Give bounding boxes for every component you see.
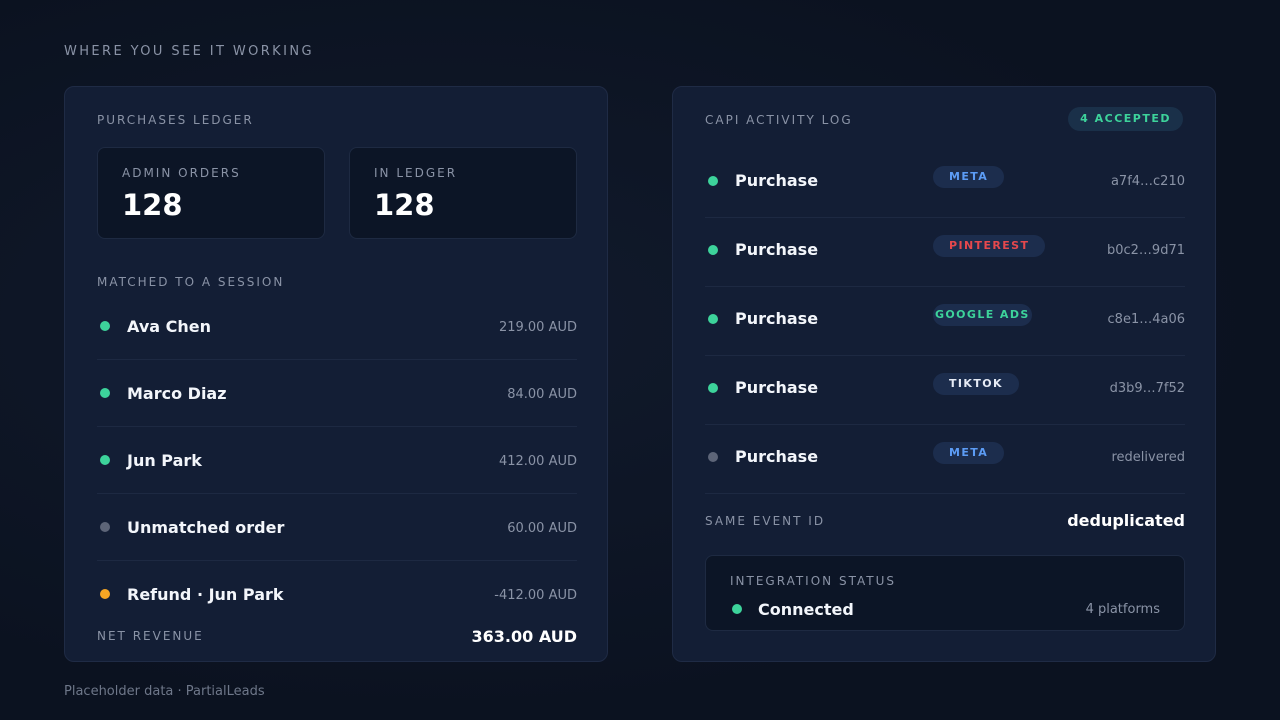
status-dot: [708, 245, 718, 255]
platform-tag: TIKTOK: [933, 373, 1019, 395]
same-event-value: deduplicated: [1067, 511, 1185, 530]
integration-status-label: INTEGRATION STATUS: [730, 574, 896, 588]
event-name: Purchase: [735, 240, 819, 259]
capi-event-row: Purchase GOOGLE ADS c8e1…4a06: [705, 287, 1185, 356]
matched-label: MATCHED TO A SESSION: [97, 275, 285, 289]
capi-activity-panel: CAPI ACTIVITY LOG 4 ACCEPTED Purchase ME…: [672, 86, 1216, 662]
purchases-ledger-panel: PURCHASES LEDGER ADMIN ORDERS 128 IN LED…: [64, 86, 608, 662]
in-ledger-stat: IN LEDGER 128: [349, 147, 577, 239]
customer-name: Refund · Jun Park: [127, 585, 284, 604]
in-ledger-value: 128: [374, 188, 435, 222]
same-event-label: SAME EVENT ID: [705, 514, 826, 528]
net-revenue-value: 363.00 AUD: [471, 627, 577, 646]
order-amount: 84.00 AUD: [507, 387, 577, 402]
event-name: Purchase: [735, 447, 819, 466]
capi-event-row: Purchase META redelivered: [705, 425, 1185, 494]
integration-status-value: Connected: [758, 600, 854, 619]
capi-event-list: Purchase META a7f4…c210 Purchase PINTERE…: [705, 149, 1185, 494]
ledger-list: Ava Chen 219.00 AUD Marco Diaz 84.00 AUD…: [97, 293, 577, 627]
ledger-row: Refund · Jun Park -412.00 AUD: [97, 561, 577, 627]
status-dot: [708, 176, 718, 186]
platform-tag: GOOGLE ADS: [933, 304, 1032, 326]
customer-name: Ava Chen: [127, 317, 211, 336]
status-dot: [100, 522, 110, 532]
order-amount: -412.00 AUD: [494, 588, 577, 603]
status-dot: [100, 455, 110, 465]
integration-status-card: INTEGRATION STATUS Connected 4 platforms: [705, 555, 1185, 631]
admin-orders-label: ADMIN ORDERS: [122, 166, 241, 180]
event-name: Purchase: [735, 309, 819, 328]
event-id: b0c2…9d71: [1106, 243, 1185, 258]
event-id: redelivered: [1111, 450, 1185, 465]
status-dot: [732, 604, 742, 614]
event-name: Purchase: [735, 171, 819, 190]
platform-tag: META: [933, 166, 1005, 188]
status-dot: [708, 383, 718, 393]
admin-orders-stat: ADMIN ORDERS 128: [97, 147, 325, 239]
ledger-row: Unmatched order 60.00 AUD: [97, 494, 577, 561]
order-amount: 412.00 AUD: [498, 454, 577, 469]
status-dot: [100, 388, 110, 398]
capi-event-row: Purchase TIKTOK d3b9…7f52: [705, 356, 1185, 425]
event-id: a7f4…c210: [1110, 174, 1185, 189]
ledger-row: Ava Chen 219.00 AUD: [97, 293, 577, 360]
status-dot: [708, 314, 718, 324]
customer-name: Jun Park: [127, 451, 202, 470]
net-revenue-label: NET REVENUE: [97, 629, 204, 643]
status-dot: [100, 589, 110, 599]
footer-note: Placeholder data · PartialLeads: [64, 684, 265, 699]
ledger-row: Marco Diaz 84.00 AUD: [97, 360, 577, 427]
capi-event-row: Purchase META a7f4…c210: [705, 149, 1185, 218]
ledger-title: PURCHASES LEDGER: [97, 113, 254, 127]
capi-event-row: Purchase PINTEREST b0c2…9d71: [705, 218, 1185, 287]
order-amount: 60.00 AUD: [507, 521, 577, 536]
status-dot: [100, 321, 110, 331]
order-amount: 219.00 AUD: [498, 320, 577, 335]
status-dot: [708, 452, 718, 462]
platform-count: 4 platforms: [1085, 602, 1160, 617]
accepted-badge: 4 ACCEPTED: [1068, 107, 1183, 131]
customer-name: Unmatched order: [127, 518, 285, 537]
admin-orders-value: 128: [122, 188, 183, 222]
platform-tag: PINTEREST: [933, 235, 1046, 257]
event-id: c8e1…4a06: [1107, 312, 1185, 327]
customer-name: Marco Diaz: [127, 384, 227, 403]
ledger-row: Jun Park 412.00 AUD: [97, 427, 577, 494]
event-name: Purchase: [735, 378, 819, 397]
event-id: d3b9…7f52: [1109, 381, 1185, 396]
platform-tag: META: [933, 442, 1005, 464]
in-ledger-label: IN LEDGER: [374, 166, 458, 180]
section-eyebrow: WHERE YOU SEE IT WORKING: [64, 44, 314, 59]
capi-title: CAPI ACTIVITY LOG: [705, 113, 853, 127]
